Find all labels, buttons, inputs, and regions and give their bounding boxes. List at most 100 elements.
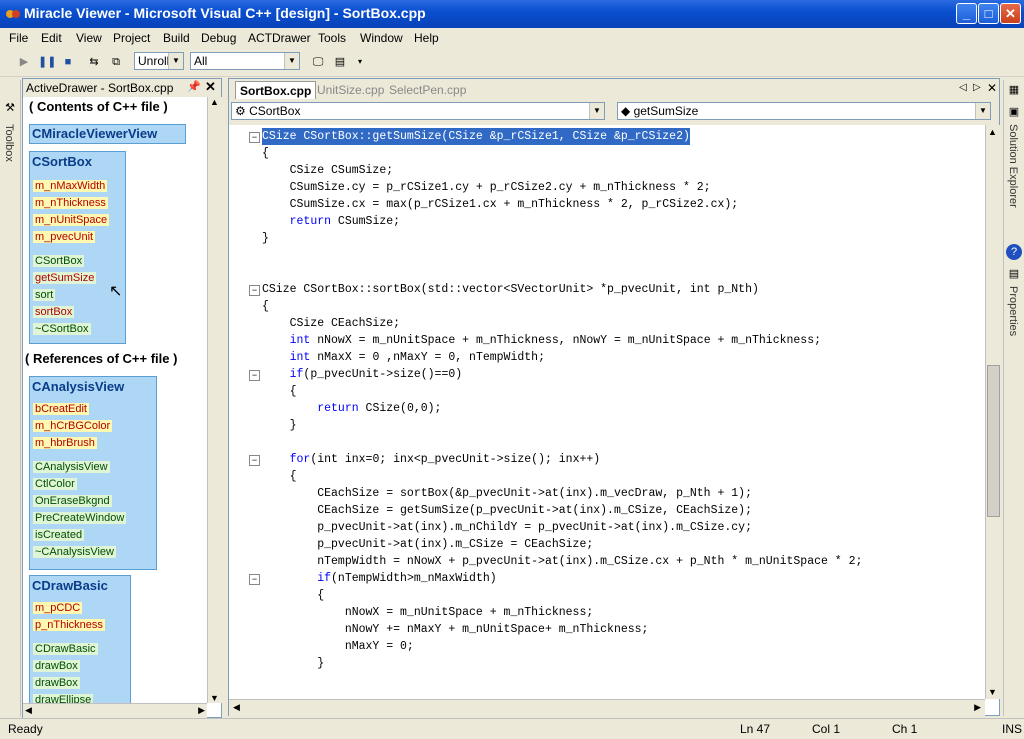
menu-tools[interactable]: Tools	[318, 31, 346, 45]
menu-actdrawer[interactable]: ACTDrawer	[248, 31, 311, 45]
chevron-left-icon[interactable]: ◁	[959, 82, 967, 93]
chevron-up-icon[interactable]: ▲	[988, 127, 997, 137]
collapse-icon[interactable]: −	[249, 455, 260, 466]
code-line[interactable]: return CSumSize;	[262, 213, 400, 230]
method-item[interactable]: drawEllipse	[33, 694, 94, 703]
method-item[interactable]: CDrawBasic	[33, 643, 98, 655]
class-combo[interactable]: ⚙ CSortBox ▼	[231, 102, 605, 120]
code-line[interactable]: CSize CSortBox::sortBox(std::vector<SVec…	[262, 281, 759, 298]
code-line[interactable]: CSize CSumSize;	[262, 162, 394, 179]
chevron-down-icon[interactable]: ▼	[988, 687, 997, 697]
code-line[interactable]: p_pvecUnit->at(inx).m_nChildY = p_pvecUn…	[262, 519, 752, 536]
class-canalysisview[interactable]: CAnalysisView bCreatEdit m_hCrBGColor m_…	[29, 376, 157, 570]
code-line[interactable]: CSize CEachSize;	[262, 315, 400, 332]
tab-selectpen[interactable]: SelectPen.cpp	[385, 81, 470, 99]
member-item[interactable]: m_nThickness	[33, 197, 108, 209]
method-item[interactable]: CSortBox	[33, 255, 85, 267]
menu-project[interactable]: Project	[113, 31, 150, 45]
code-line[interactable]: }	[262, 417, 297, 434]
collapse-icon[interactable]: −	[249, 370, 260, 381]
scroll-thumb[interactable]	[987, 365, 1000, 517]
code-line[interactable]: int nNowX = m_nUnitSpace + m_nThickness,…	[262, 332, 821, 349]
chevron-right-icon[interactable]: ▶	[974, 702, 981, 713]
tab-unitsize[interactable]: UnitSize.cpp	[313, 81, 388, 99]
method-item[interactable]: drawBox	[33, 660, 80, 672]
collapse-icon[interactable]: −	[249, 285, 260, 296]
editor-horizontal-scrollbar[interactable]: ◀ ▶	[229, 699, 985, 716]
code-line[interactable]: CEachSize = sortBox(&p_pvecUnit->at(inx)…	[262, 485, 752, 502]
code-line[interactable]: nNowX = m_nUnitSpace + m_nThickness;	[262, 604, 593, 621]
properties-icon[interactable]: ▤	[1006, 266, 1022, 282]
method-item[interactable]: isCreated	[33, 529, 85, 541]
method-item[interactable]: drawBox	[33, 677, 80, 689]
member-item[interactable]: m_nUnitSpace	[33, 214, 110, 226]
close-icon[interactable]: ✕	[987, 81, 997, 95]
menu-debug[interactable]: Debug	[201, 31, 236, 45]
member-item[interactable]: m_nMaxWidth	[33, 180, 108, 192]
code-line[interactable]: nMaxY = 0;	[262, 638, 414, 655]
method-item[interactable]: PreCreateWindow	[33, 512, 127, 524]
drawer-horizontal-scrollbar[interactable]: ◀ ▶	[23, 703, 207, 718]
class-cdrawbasic[interactable]: CDrawBasic m_pCDC p_nThickness CDrawBasi…	[29, 575, 131, 703]
unroll-combo[interactable]: Unroll ▼	[134, 52, 184, 70]
drawer-vertical-scrollbar[interactable]: ▲ ▼	[207, 97, 222, 703]
menu-build[interactable]: Build	[163, 31, 190, 45]
member-item[interactable]: bCreatEdit	[33, 403, 89, 415]
code-line[interactable]: nTempWidth = nNowX + p_pvecUnit->at(inx)…	[262, 553, 862, 570]
close-icon[interactable]: ✕	[205, 79, 216, 95]
chevron-down-icon[interactable]: ▼	[210, 693, 219, 703]
monitor-icon[interactable]: 🖵	[310, 54, 326, 70]
solution-explorer-icon[interactable]: ▦	[1006, 82, 1022, 98]
collapse-icon[interactable]: −	[249, 574, 260, 585]
toolbox-tab[interactable]: ⚒ Toolbox	[0, 80, 21, 716]
filter-combo[interactable]: All ▼	[190, 52, 300, 70]
class-view-icon[interactable]: ▣	[1006, 104, 1022, 120]
code-line[interactable]: nNowY += nMaxY + m_nUnitSpace+ m_nThickn…	[262, 621, 649, 638]
menu-help[interactable]: Help	[414, 31, 439, 45]
code-line[interactable]: for(int inx=0; inx<p_pvecUnit->size(); i…	[262, 451, 601, 468]
code-line[interactable]: {	[262, 383, 297, 400]
code-line[interactable]: {	[262, 145, 269, 162]
code-line[interactable]: {	[262, 468, 297, 485]
method-item[interactable]: ~CSortBox	[33, 323, 91, 335]
code-line[interactable]: return CSize(0,0);	[262, 400, 441, 417]
method-item[interactable]: CAnalysisView	[33, 461, 110, 473]
code-area[interactable]: CSize CSortBox::getSumSize(CSize &p_rCSi…	[229, 125, 985, 699]
code-line[interactable]: }	[262, 655, 324, 672]
menu-file[interactable]: File	[9, 31, 28, 45]
method-item[interactable]: ~CAnalysisView	[33, 546, 116, 558]
member-item[interactable]: m_hbrBrush	[33, 437, 97, 449]
window-icon[interactable]: ▤	[332, 54, 348, 70]
chevron-right-icon[interactable]: ▶	[198, 705, 205, 716]
code-line[interactable]: {	[262, 298, 269, 315]
properties-label[interactable]: Properties	[1007, 286, 1019, 336]
pause-icon[interactable]: ❚❚	[38, 54, 56, 70]
toolbar-options-icon[interactable]: ▾	[352, 54, 368, 70]
method-item[interactable]: CtlColor	[33, 478, 77, 490]
menu-window[interactable]: Window	[360, 31, 403, 45]
minimize-button[interactable]: _	[956, 3, 977, 24]
code-line[interactable]: if(nTempWidth>m_nMaxWidth)	[262, 570, 496, 587]
chevron-up-icon[interactable]: ▲	[210, 97, 219, 107]
code-line[interactable]: CSumSize.cy = p_rCSize1.cy + p_rCSize2.c…	[262, 179, 711, 196]
stop-icon[interactable]: ■	[60, 54, 76, 70]
code-line[interactable]: CSize CSortBox::getSumSize(CSize &p_rCSi…	[262, 128, 690, 145]
code-line[interactable]: p_pvecUnit->at(inx).m_CSize = CEachSize;	[262, 536, 593, 553]
run-icon[interactable]: ▶	[16, 54, 32, 70]
close-button[interactable]: ✕	[1000, 3, 1021, 24]
member-item[interactable]: m_pCDC	[33, 602, 83, 614]
editor-vertical-scrollbar[interactable]: ▲ ▼	[985, 125, 1000, 699]
code-line[interactable]: CSumSize.cx = max(p_rCSize1.cx + m_nThic…	[262, 196, 739, 213]
step-icon[interactable]: ⇆	[86, 54, 102, 70]
code-line[interactable]: if(p_pvecUnit->size()==0)	[262, 366, 463, 383]
layout-icon[interactable]: ⧉	[108, 54, 124, 70]
tab-sortbox[interactable]: SortBox.cpp	[235, 81, 317, 100]
method-item[interactable]: sort	[33, 289, 56, 301]
code-line[interactable]: }	[262, 230, 269, 247]
menu-edit[interactable]: Edit	[41, 31, 62, 45]
member-item[interactable]: m_pvecUnit	[33, 231, 96, 243]
member-item[interactable]: p_nThickness	[33, 619, 105, 631]
chevron-left-icon[interactable]: ◀	[233, 702, 240, 713]
class-cmiracleviewerview[interactable]: CMiracleViewerView	[29, 124, 186, 144]
class-csortbox[interactable]: CSortBox m_nMaxWidth m_nThickness m_nUni…	[29, 151, 126, 344]
